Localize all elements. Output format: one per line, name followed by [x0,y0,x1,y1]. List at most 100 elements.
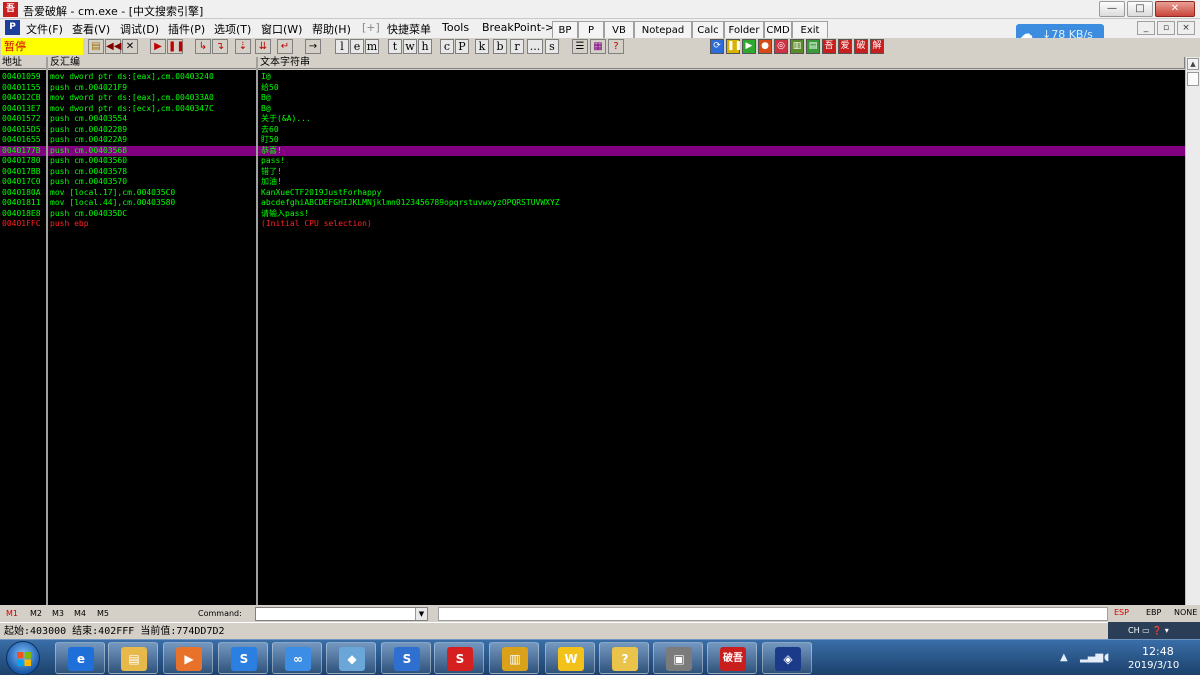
row-disasm-cell[interactable]: push cm.00402289 [50,125,255,136]
taskbar-app-button[interactable]: S [381,642,431,674]
taskbar-app-button[interactable]: W [545,642,595,674]
taskbar-app-button[interactable]: e [55,642,105,674]
mdi-restore-button[interactable]: ▫ [1157,21,1175,35]
row-disasm-cell[interactable]: push ebp [50,219,255,230]
row-addr-cell[interactable]: 004015D5 [2,125,46,136]
wu-button[interactable]: 吾 [822,39,836,54]
menu-breakpoint[interactable]: BreakPoint-> [482,21,554,34]
start-button[interactable] [6,641,40,675]
column-divider[interactable] [256,57,258,605]
refresh-icon[interactable]: ⟳ [710,39,724,54]
source-button[interactable]: s [545,39,559,54]
row-disasm-cell[interactable]: push cm.004035DC [50,209,255,220]
help-icon[interactable]: ? [608,39,624,54]
scroll-thumb[interactable] [1187,72,1199,86]
taskbar-app-button[interactable]: ▶ [163,642,213,674]
network-signal-icon[interactable]: ▂▄▆ [1080,652,1103,663]
column-divider[interactable] [46,57,48,605]
row-addr-cell[interactable]: 0040180A [2,188,46,199]
memory-tab-m4[interactable]: M4 [74,606,86,622]
taskbar-app-button[interactable]: 破吾 [707,642,757,674]
address-column-header[interactable]: 地址 [0,57,47,69]
row-addr-cell[interactable]: 00401059 [2,72,46,83]
row-addr-cell[interactable]: 004017C0 [2,177,46,188]
row-text-cell[interactable]: 关于(&A)... [261,114,1181,125]
execute-till-return-icon[interactable]: ↵ [277,39,293,54]
references-button[interactable]: r [510,39,524,54]
close-file-icon[interactable]: ✕ [122,39,138,54]
command-input[interactable]: ▼ [255,607,428,621]
clock-date[interactable]: 2019/3/10 [1128,660,1179,671]
row-text-cell[interactable]: 去60 [261,125,1181,136]
row-addr-cell[interactable]: 00401780 [2,156,46,167]
po-button[interactable]: 破 [854,39,868,54]
goto-icon[interactable]: → [305,39,321,54]
row-text-cell[interactable]: B@ [261,93,1181,104]
row-text-cell[interactable]: B@ [261,104,1181,115]
vertical-scrollbar[interactable]: ▲ [1185,57,1200,605]
language-bar[interactable]: CH ▭ ❓ ▾ [1108,622,1200,639]
menu-window[interactable]: 窗口(W) [261,21,302,37]
taskbar-app-button[interactable]: ▥ [489,642,539,674]
taskbar-app-button[interactable]: S [218,642,268,674]
row-addr-cell[interactable]: 004013E7 [2,104,46,115]
minimize-button[interactable]: — [1099,1,1125,17]
cpu-button[interactable]: c [440,39,454,54]
row-disasm-cell[interactable]: mov dword ptr ds:[ecx],cm.0040347C [50,104,255,115]
pause-plugin-icon[interactable]: ❚❚ [726,39,742,54]
row-disasm-cell[interactable]: mov [local.17],cm.004035C0 [50,188,255,199]
taskbar-app-button[interactable]: S [434,642,484,674]
menu-expand[interactable]: [+] [362,21,380,34]
target-icon[interactable]: ◎ [774,39,788,54]
row-addr-cell[interactable]: 00401572 [2,114,46,125]
log-window-button[interactable]: l [335,39,349,54]
row-disasm-cell[interactable]: push cm.00403570 [50,177,255,188]
row-text-cell[interactable]: abcdefghiABCDEFGHIJKLMNjklmn0123456789op… [261,198,1181,209]
row-text-cell[interactable]: 盯50 [261,135,1181,146]
list-icon[interactable]: ☰ [572,39,588,54]
memory-tab-m3[interactable]: M3 [52,606,64,622]
appearance-icon[interactable]: ▦ [590,39,606,54]
memory-tab-m5[interactable]: M5 [97,606,109,622]
stop-plugin-icon[interactable]: ● [758,39,772,54]
jie-button[interactable]: 解 [870,39,884,54]
taskbar-app-button[interactable]: ▤ [108,642,158,674]
pause-icon[interactable]: ❚❚ [167,39,185,54]
row-text-cell[interactable]: 请输入pass! [261,209,1181,220]
mdi-close-button[interactable]: × [1177,21,1195,35]
row-disasm-cell[interactable]: push cm.00403554 [50,114,255,125]
patches-button[interactable]: P [455,39,469,54]
row-addr-cell[interactable]: 004012CB [2,93,46,104]
trace-into-icon[interactable]: ⇣ [235,39,251,54]
taskbar-app-button[interactable]: ◆ [326,642,376,674]
taskbar-app-button[interactable]: ▣ [653,642,703,674]
row-text-cell[interactable]: 给50 [261,83,1181,94]
volume-icon[interactable]: ◖ [1104,652,1109,663]
row-addr-cell[interactable]: 0040177B [2,146,46,157]
call-stack-button[interactable]: k [475,39,489,54]
mdi-child-icon[interactable]: P [5,20,20,35]
run-icon[interactable]: ▶ [150,39,166,54]
row-disasm-cell[interactable]: mov dword ptr ds:[eax],cm.004033A0 [50,93,255,104]
row-addr-cell[interactable]: 00401FFC [2,219,46,230]
text-column-header[interactable]: 文本字符串 [258,57,1185,69]
grid-icon[interactable]: ▥ [790,39,804,54]
play-plugin-icon[interactable]: ▶ [742,39,756,54]
handles-button[interactable]: h [418,39,432,54]
maximize-button[interactable]: □ [1127,1,1153,17]
run-trace-button[interactable]: ... [527,39,543,54]
executable-modules-button[interactable]: e [350,39,364,54]
menu-tools[interactable]: Tools [442,21,469,34]
menu-options[interactable]: 选项(T) [214,21,251,37]
row-addr-cell[interactable]: 00401155 [2,83,46,94]
command-dropdown-icon[interactable]: ▼ [415,608,427,620]
row-text-cell[interactable]: KanXueCTF2019JustForhappy [261,188,1181,199]
register-esp[interactable]: ESP [1114,608,1129,617]
row-addr-cell[interactable]: 004018E8 [2,209,46,220]
breakpoints-button[interactable]: b [493,39,507,54]
ai-button[interactable]: 爱 [838,39,852,54]
menu-view[interactable]: 查看(V) [72,21,110,37]
menu-plugins[interactable]: 插件(P) [168,21,205,37]
mdi-minimize-button[interactable]: _ [1137,21,1155,35]
memory-map-button[interactable]: m [365,39,379,54]
